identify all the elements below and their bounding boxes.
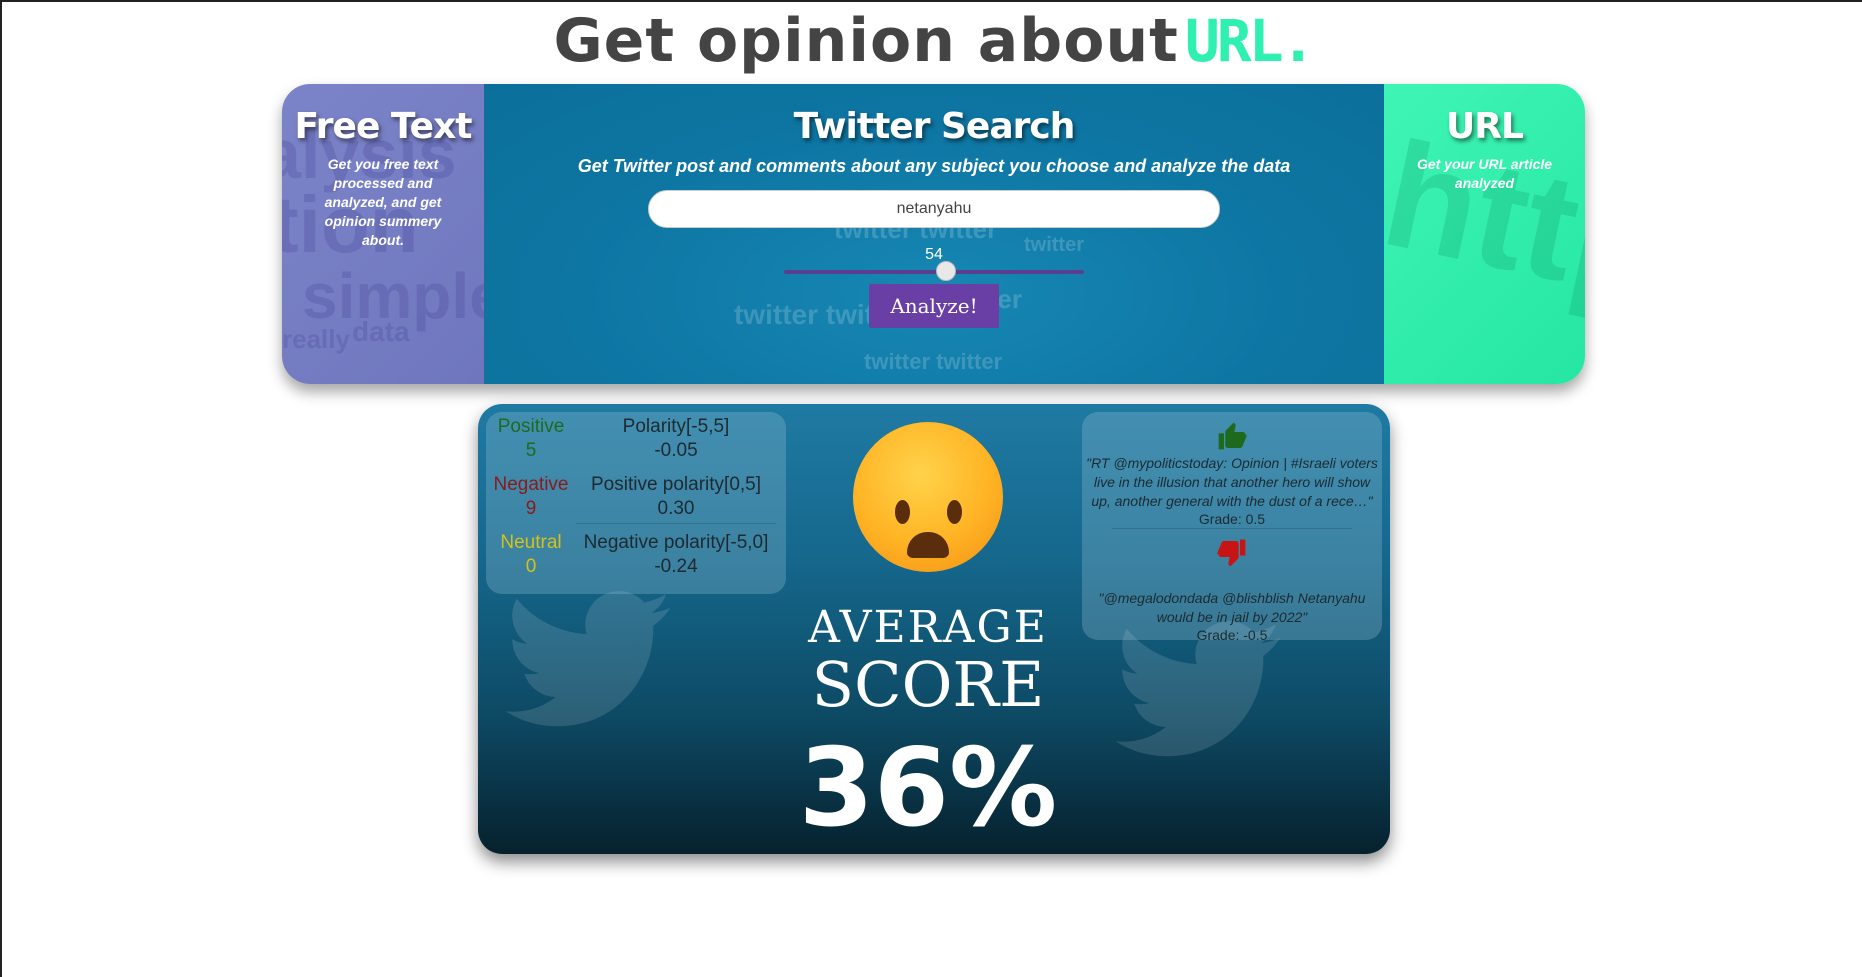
neutral-label: Neutral <box>500 532 562 553</box>
positive-count: 5 <box>525 440 537 461</box>
negative-label: Negative <box>493 474 569 495</box>
sample-comments: "RT @mypoliticstoday: Opinion | #Israeli… <box>1082 412 1382 643</box>
slider-thumb[interactable] <box>936 261 956 281</box>
thumbs-down-icon <box>1217 539 1246 567</box>
url-description: Get your URL article analyzed <box>1416 156 1553 191</box>
average-score-value: 36% <box>798 726 1058 851</box>
url-title: URL <box>1446 106 1524 147</box>
twitter-bird-icon <box>505 591 671 727</box>
positive-polarity-value: 0.30 <box>657 498 695 519</box>
search-input[interactable] <box>648 190 1220 228</box>
emoji-eye <box>895 500 910 524</box>
analyze-button[interactable]: Analyze! <box>869 284 999 328</box>
stat-row-negative: Negative 9 Positive polarity[0,5] 0.30 <box>486 470 786 526</box>
sentiment-stats: Positive 5 Polarity[-5,5] -0.05 Negative… <box>486 412 786 594</box>
twitter-search-description: Get Twitter post and comments about any … <box>577 156 1291 176</box>
stat-row-neutral: Neutral 0 Negative polarity[-5,0] -0.24 <box>486 528 786 584</box>
negative-comment-quote: "@megalodondada @blishblish Netanyahu wo… <box>1098 590 1366 625</box>
page-title-text: Get opinion about <box>553 6 1179 76</box>
emoji-eye <box>947 500 962 524</box>
average-label: AVERAGE <box>808 602 1048 653</box>
polarity-value: -0.05 <box>654 440 698 461</box>
thumbs-up-icon <box>1218 422 1247 450</box>
frowning-face-icon <box>853 422 1003 572</box>
stat-row-positive: Positive 5 Polarity[-5,5] -0.05 <box>486 412 786 468</box>
results-panel: Positive 5 Polarity[-5,5] -0.05 Negative… <box>478 404 1390 854</box>
tweet-count-slider[interactable] <box>784 261 1084 281</box>
free-text-card[interactable]: alysis tion simple really data Free Text… <box>282 84 484 384</box>
score-label: SCORE <box>811 648 1045 721</box>
url-card[interactable]: http:/ URL Get your URL article analyzed <box>1384 84 1585 384</box>
emoji-mouth <box>907 532 949 558</box>
mode-selector-panel: alysis tion simple really data Free Text… <box>282 84 1585 384</box>
polarity-label: Polarity[-5,5] <box>622 416 730 437</box>
negative-polarity-value: -0.24 <box>654 556 698 577</box>
divider <box>576 523 776 524</box>
free-text-description: Get you free text processed and analyzed… <box>324 156 442 248</box>
divider <box>1112 528 1352 529</box>
neutral-count: 0 <box>525 556 537 577</box>
page-title-accent: URL. <box>1184 7 1316 75</box>
page-title: Get opinion about URL. <box>2 6 1862 76</box>
positive-comment-quote: "RT @mypoliticstoday: Opinion | #Israeli… <box>1086 455 1378 509</box>
negative-comment-grade: Grade: -0.5 <box>1196 627 1268 643</box>
positive-label: Positive <box>497 416 565 437</box>
slider-value-label: 54 <box>925 246 943 263</box>
positive-polarity-label: Positive polarity[0,5] <box>590 474 762 495</box>
twitter-search-title: Twitter Search <box>793 106 1076 147</box>
negative-polarity-label: Negative polarity[-5,0] <box>583 532 769 553</box>
twitter-search-card: twitter twitter twitter twitter twitter … <box>484 84 1384 384</box>
positive-comment-grade: Grade: 0.5 <box>1198 511 1266 527</box>
negative-count: 9 <box>525 498 537 519</box>
free-text-title: Free Text <box>294 106 472 147</box>
